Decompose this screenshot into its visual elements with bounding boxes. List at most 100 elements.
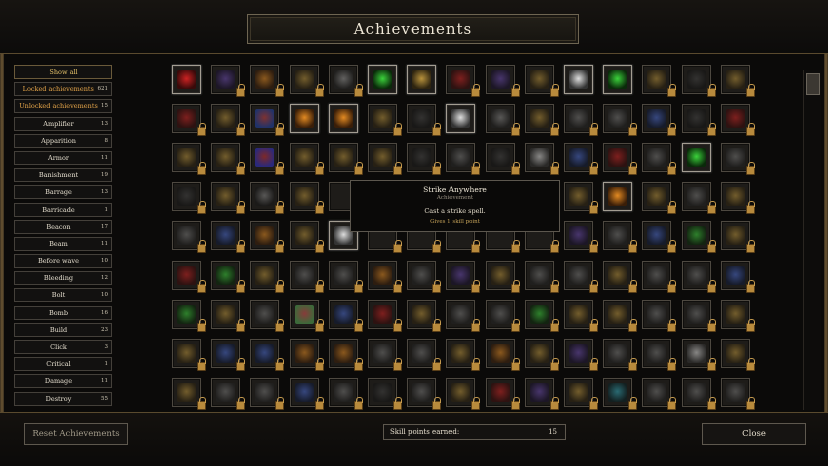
achievement-slot[interactable] (564, 143, 598, 176)
achievement-slot[interactable] (211, 338, 246, 371)
achievement-slot[interactable] (681, 65, 716, 97)
achievement-slot[interactable] (407, 338, 442, 371)
category-item[interactable]: Build 23 (14, 322, 112, 337)
achievement-slot[interactable] (289, 338, 324, 371)
category-item[interactable]: Beam 11 (14, 236, 112, 251)
category-item[interactable]: Critical 1 (14, 357, 112, 372)
achievement-slot[interactable] (250, 182, 285, 215)
scrollbar[interactable] (803, 70, 821, 410)
achievement-slot[interactable] (524, 65, 559, 97)
achievement-slot[interactable] (172, 338, 206, 371)
achievement-slot[interactable] (642, 299, 677, 332)
achievement-slot[interactable] (720, 338, 755, 371)
achievement-slot[interactable] (211, 143, 246, 176)
achievement-slot[interactable] (681, 338, 716, 371)
achievement-slot[interactable] (603, 221, 638, 254)
achievement-slot[interactable] (328, 104, 358, 134)
achievement-slot[interactable] (446, 338, 481, 371)
achievement-slot[interactable] (681, 104, 716, 137)
achievement-slot[interactable] (485, 338, 520, 371)
achievement-slot[interactable] (368, 377, 402, 410)
achievement-slot[interactable] (250, 143, 285, 176)
category-item[interactable]: Barrage 13 (14, 185, 112, 200)
achievement-slot[interactable] (250, 338, 285, 371)
achievement-slot[interactable] (642, 260, 677, 293)
achievement-slot[interactable] (720, 377, 755, 410)
achievement-slot[interactable] (485, 377, 520, 410)
achievement-slot[interactable] (172, 377, 206, 410)
achievement-slot[interactable] (289, 143, 324, 176)
achievement-slot[interactable] (603, 143, 638, 176)
category-item[interactable]: Bomb 16 (14, 305, 112, 320)
achievement-slot[interactable] (564, 377, 598, 410)
achievement-slot[interactable] (172, 104, 206, 137)
achievement-slot[interactable] (642, 65, 677, 97)
achievement-slot[interactable] (485, 260, 520, 293)
achievement-slot[interactable] (681, 377, 716, 410)
category-item[interactable]: Amplifier 13 (14, 116, 112, 131)
achievement-slot[interactable] (172, 221, 206, 254)
category-item[interactable]: Beacon 17 (14, 219, 112, 234)
achievement-slot[interactable] (642, 221, 677, 254)
achievement-slot[interactable] (603, 299, 638, 332)
category-item[interactable]: Damage 11 (14, 374, 112, 389)
achievement-slot[interactable] (524, 143, 559, 176)
achievement-slot[interactable] (211, 221, 246, 254)
achievement-slot[interactable] (368, 143, 402, 176)
achievement-slot[interactable] (250, 377, 285, 410)
achievement-slot[interactable] (720, 104, 755, 137)
achievement-slot[interactable] (289, 65, 324, 97)
achievement-slot[interactable] (328, 338, 363, 371)
achievement-slot[interactable] (642, 143, 677, 176)
achievement-slot[interactable] (642, 338, 677, 371)
achievement-slot[interactable] (681, 260, 716, 293)
achievement-slot[interactable] (485, 65, 520, 97)
achievement-slot[interactable] (250, 65, 285, 97)
achievement-slot[interactable] (407, 299, 442, 332)
achievement-slot[interactable] (446, 260, 481, 293)
category-item[interactable]: Before wave 10 (14, 254, 112, 269)
achievement-slot[interactable] (368, 338, 402, 371)
scroll-thumb[interactable] (806, 73, 820, 95)
achievement-slot[interactable] (446, 104, 476, 134)
achievement-slot[interactable] (485, 299, 520, 332)
achievement-slot[interactable] (172, 182, 206, 215)
achievement-slot[interactable] (564, 182, 598, 215)
achievement-slot[interactable] (485, 143, 520, 176)
achievement-slot[interactable] (250, 221, 285, 254)
achievement-slot[interactable] (289, 377, 324, 410)
achievement-slot[interactable] (642, 104, 677, 137)
achievement-slot[interactable] (368, 260, 402, 293)
achievement-slot[interactable] (446, 377, 481, 410)
achievement-slot[interactable] (642, 377, 677, 410)
achievement-slot[interactable] (211, 377, 246, 410)
category-item[interactable]: Bleeding 12 (14, 271, 112, 286)
achievement-slot[interactable] (289, 182, 324, 215)
achievement-slot[interactable] (328, 143, 363, 176)
achievement-slot[interactable] (250, 299, 285, 332)
achievement-slot[interactable] (603, 104, 638, 137)
achievement-slot[interactable] (211, 104, 246, 137)
achievement-slot[interactable] (446, 65, 481, 97)
achievement-slot[interactable] (720, 299, 755, 332)
achievement-slot[interactable] (289, 299, 324, 332)
achievement-slot[interactable] (642, 182, 677, 215)
achievement-slot[interactable] (446, 143, 481, 176)
achievement-slot[interactable] (681, 221, 716, 254)
achievement-slot[interactable] (211, 299, 246, 332)
achievement-slot[interactable] (720, 143, 755, 176)
category-item[interactable]: Armor 11 (14, 150, 112, 165)
category-item[interactable]: Locked achievements 621 (14, 82, 112, 97)
category-item[interactable]: Barricade 1 (14, 202, 112, 217)
achievement-slot[interactable] (720, 182, 755, 215)
category-item[interactable]: Destroy 55 (14, 391, 112, 406)
achievement-slot[interactable] (328, 299, 363, 332)
achievement-slot[interactable] (485, 104, 520, 137)
achievement-slot[interactable] (603, 377, 638, 410)
achievement-slot[interactable] (603, 182, 633, 212)
achievement-slot[interactable] (368, 299, 402, 332)
category-item[interactable]: Click 3 (14, 340, 112, 354)
achievement-slot[interactable] (681, 143, 711, 173)
achievement-slot[interactable] (368, 65, 397, 94)
achievement-slot[interactable] (368, 104, 402, 137)
